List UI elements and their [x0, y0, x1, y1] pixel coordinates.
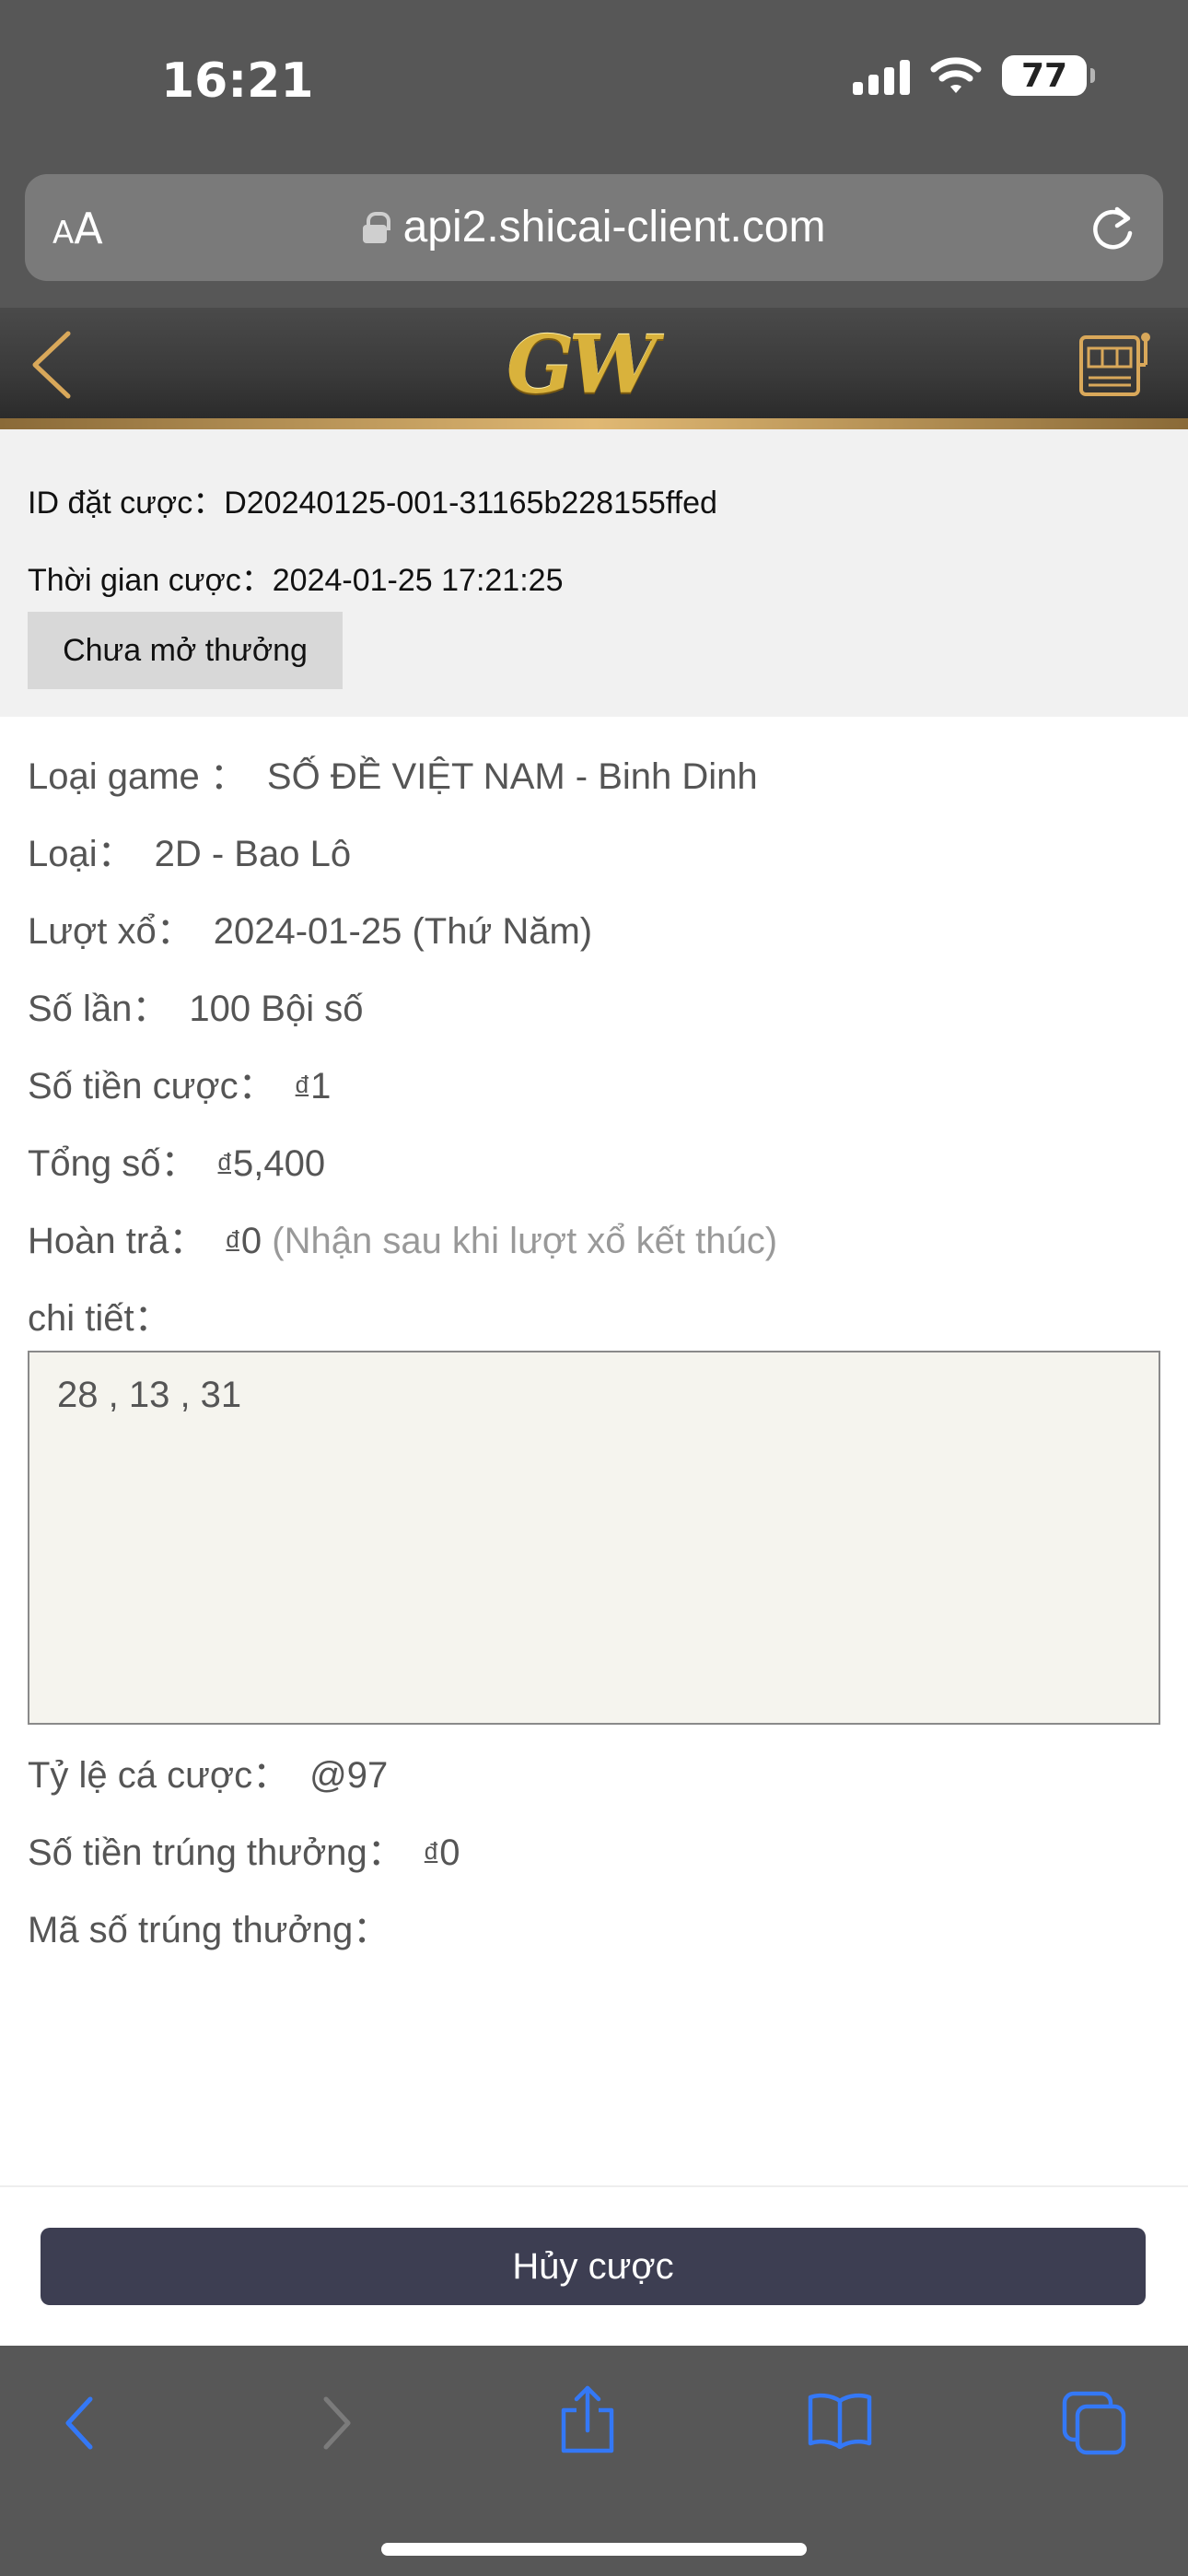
bet-numbers: 28 , 13 , 31	[57, 1375, 242, 1415]
game-type-value: SỐ ĐỀ VIỆT NAM - Binh Dinh	[266, 756, 758, 797]
currency-symbol: đ	[424, 1837, 438, 1865]
wifi-icon	[930, 56, 982, 95]
brand-logo: GW	[507, 319, 658, 412]
browser-toolbar	[0, 2346, 1188, 2576]
odds-value: @97	[309, 1755, 389, 1796]
cellular-signal-icon	[853, 56, 910, 95]
bet-id-value: D20240125-001-31165b228155ffed	[224, 486, 717, 521]
detail-label-row: chi tiết：	[28, 1288, 171, 1341]
bet-amount-row: Số tiền cược： đ1	[28, 1056, 331, 1109]
bet-numbers-box: 28 , 13 , 31	[28, 1351, 1160, 1725]
times-row: Số lần： 100 Bội số	[28, 978, 363, 1032]
back-arrow-icon[interactable]	[28, 330, 76, 404]
game-type-label: Loại game ：	[28, 756, 247, 797]
winning-numbers-row: Mã số trúng thưởng：	[28, 1900, 390, 1953]
battery-level: 77	[1020, 56, 1068, 95]
app-header: GW	[0, 308, 1188, 418]
browser-top-bar: 16:21 77 AA api2.shicai-client.com	[0, 0, 1188, 308]
slot-machine-icon[interactable]	[1077, 328, 1159, 403]
winnings-label: Số tiền trúng thưởng：	[28, 1832, 404, 1873]
browser-back-icon[interactable]	[61, 2394, 98, 2457]
bet-id-row: ID đặt cược：D20240125-001-31165b228155ff…	[28, 477, 717, 522]
lock-icon	[362, 212, 390, 243]
share-icon[interactable]	[558, 2384, 617, 2459]
bet-amount-value: 1	[310, 1066, 332, 1107]
currency-symbol: đ	[295, 1071, 309, 1098]
action-bar: Hủy cược	[0, 2185, 1188, 2346]
bet-type-label: Loại：	[28, 834, 134, 874]
odds-row: Tỷ lệ cá cược： @97	[28, 1745, 388, 1798]
detail-label: chi tiết：	[28, 1298, 171, 1339]
bet-time-row: Thời gian cược：2024-01-25 17:21:25	[28, 555, 563, 600]
winnings-value: 0	[439, 1832, 460, 1873]
bet-time-label: Thời gian cược：	[28, 563, 273, 598]
times-label: Số lần：	[28, 989, 169, 1029]
status-badge: Chưa mở thưởng	[28, 612, 343, 689]
draw-value: 2024-01-25 (Thứ Năm)	[213, 911, 593, 952]
home-indicator	[381, 2543, 807, 2556]
address-bar[interactable]: AA api2.shicai-client.com	[25, 174, 1163, 281]
draw-label: Lượt xổ：	[28, 911, 193, 952]
bet-type-value: 2D - Bao Lô	[154, 834, 352, 874]
odds-label: Tỷ lệ cá cược：	[28, 1755, 290, 1796]
game-type-row: Loại game ： SỐ ĐỀ VIỆT NAM - Binh Dinh	[28, 746, 758, 800]
refund-value: 0	[240, 1221, 262, 1261]
tabs-icon[interactable]	[1061, 2390, 1127, 2461]
refund-note: (Nhận sau khi lượt xổ kết thúc)	[272, 1221, 778, 1261]
header-gold-stripe	[0, 418, 1188, 429]
bookmarks-icon[interactable]	[807, 2392, 873, 2453]
status-time: 16:21	[161, 53, 314, 109]
browser-forward-icon[interactable]	[319, 2394, 355, 2457]
refund-row: Hoàn trả： đ0 (Nhận sau khi lượt xổ kết th…	[28, 1211, 777, 1264]
url-text: api2.shicai-client.com	[402, 203, 826, 252]
winnings-row: Số tiền trúng thưởng： đ0	[28, 1822, 460, 1876]
cancel-bet-button[interactable]: Hủy cược	[41, 2228, 1146, 2305]
total-row: Tổng số： đ5,400	[28, 1133, 325, 1187]
status-icons: 77	[853, 55, 1095, 96]
bet-time-value: 2024-01-25 17:21:25	[272, 563, 564, 598]
battery-icon: 77	[1002, 55, 1095, 96]
total-label: Tổng số：	[28, 1143, 198, 1184]
winning-numbers-label: Mã số trúng thưởng：	[28, 1910, 390, 1950]
bet-info-panel: ID đặt cược：D20240125-001-31165b228155ff…	[0, 429, 1188, 717]
currency-symbol: đ	[217, 1148, 231, 1176]
bet-id-label: ID đặt cược：	[28, 486, 225, 521]
bet-amount-label: Số tiền cược：	[28, 1066, 275, 1107]
times-value: 100 Bội số	[189, 989, 364, 1029]
refund-label: Hoàn trả：	[28, 1221, 206, 1261]
reload-icon[interactable]	[1089, 202, 1137, 258]
currency-symbol: đ	[226, 1225, 239, 1253]
total-value: 5,400	[233, 1143, 326, 1184]
draw-row: Lượt xổ： 2024-01-25 (Thứ Năm)	[28, 901, 592, 954]
url-display[interactable]: api2.shicai-client.com	[25, 202, 1163, 252]
bet-type-row: Loại： 2D - Bao Lô	[28, 824, 351, 877]
